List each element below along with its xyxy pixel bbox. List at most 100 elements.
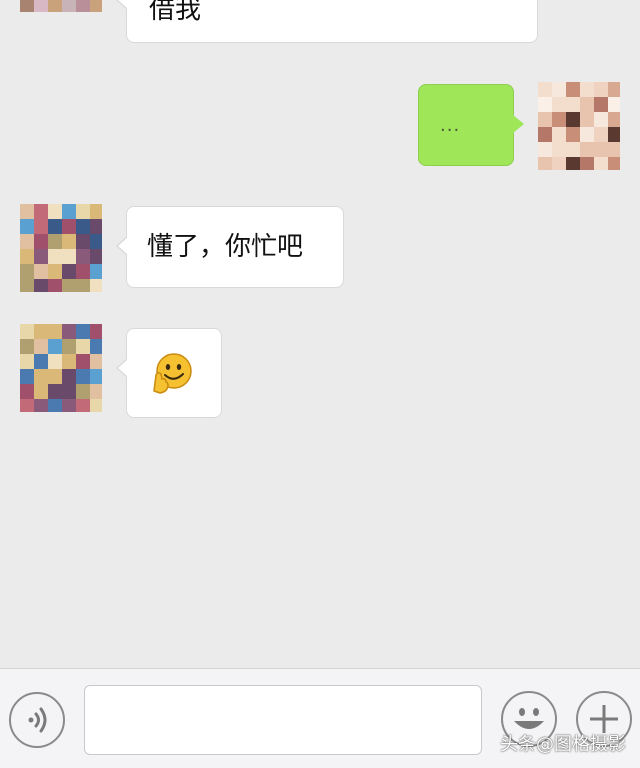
avatar-pixel [20, 339, 34, 354]
hugging-face-emoji [150, 351, 194, 395]
avatar-pixel [594, 142, 608, 157]
avatar-pixel [76, 399, 90, 412]
avatar-pixel [552, 157, 566, 170]
avatar-pixel [76, 369, 90, 384]
avatar-pixel [90, 369, 102, 384]
avatar-pixel [552, 112, 566, 127]
avatar-pixel [34, 324, 48, 339]
avatar-pixel [538, 82, 552, 97]
contact-avatar[interactable] [20, 324, 102, 412]
avatar-pixel [34, 264, 48, 279]
avatar-pixel [608, 82, 620, 97]
avatar-pixel [62, 234, 76, 249]
avatar-pixel [76, 279, 90, 292]
voice-button[interactable] [9, 692, 65, 748]
avatar-pixel [48, 264, 62, 279]
avatar-pixel [62, 279, 76, 292]
avatar-pixel [62, 324, 76, 339]
message-input-bar: 头条@图格摄影 [0, 668, 640, 768]
avatar-pixel [62, 384, 76, 399]
avatar-pixel [62, 339, 76, 354]
avatar-pixel [594, 157, 608, 170]
avatar-pixel [62, 219, 76, 234]
avatar-pixel [76, 234, 90, 249]
avatar-pixel [90, 354, 102, 369]
avatar-pixel [90, 264, 102, 279]
avatar-pixel [608, 112, 620, 127]
avatar-pixel [538, 142, 552, 157]
avatar-pixel [90, 234, 102, 249]
avatar-pixel [62, 399, 76, 412]
message-text: ... [440, 115, 461, 136]
avatar-pixel [594, 97, 608, 112]
avatar-pixel [76, 354, 90, 369]
message-bubble-received[interactable]: 懂了，你忙吧 [116, 206, 344, 288]
avatar-pixel [566, 112, 580, 127]
avatar-pixel [20, 354, 34, 369]
message-input[interactable] [84, 685, 482, 755]
avatar-pixel [538, 157, 552, 170]
avatar-pixel [594, 127, 608, 142]
avatar-pixel [552, 82, 566, 97]
avatar-pixel [34, 219, 48, 234]
avatar-pixel [48, 234, 62, 249]
avatar-pixel [48, 369, 62, 384]
avatar-pixel [20, 204, 34, 219]
avatar-pixel [34, 249, 48, 264]
avatar-pixel [538, 112, 552, 127]
avatar-pixel [34, 399, 48, 412]
avatar-pixel [48, 339, 62, 354]
avatar-pixel [62, 204, 76, 219]
avatar-pixel [20, 264, 34, 279]
watermark: 头条@图格摄影 [500, 734, 626, 755]
contact-avatar[interactable] [20, 204, 102, 292]
avatar-pixel [76, 0, 90, 12]
avatar-pixel [90, 399, 102, 412]
avatar-pixel [90, 204, 102, 219]
avatar-pixel [580, 82, 594, 97]
avatar-pixel [62, 264, 76, 279]
message-text: 借我 [149, 0, 202, 25]
contact-avatar[interactable] [20, 0, 102, 12]
avatar-pixel [90, 339, 102, 354]
avatar-pixel [20, 279, 34, 292]
avatar-pixel [62, 0, 76, 12]
avatar-pixel [566, 142, 580, 157]
avatar-pixel [608, 142, 620, 157]
avatar-pixel [48, 249, 62, 264]
avatar-pixel [90, 0, 102, 12]
avatar-pixel [48, 279, 62, 292]
avatar-pixel [20, 0, 34, 12]
avatar-pixel [608, 127, 620, 142]
avatar-pixel [76, 249, 90, 264]
chat-message-area: 借我 ... 懂了，你忙吧 [0, 0, 640, 668]
my-avatar[interactable] [538, 82, 620, 170]
avatar-pixel [20, 249, 34, 264]
avatar-pixel [594, 82, 608, 97]
avatar-pixel [538, 97, 552, 112]
avatar-pixel [566, 127, 580, 142]
avatar-pixel [48, 0, 62, 12]
avatar-pixel [48, 354, 62, 369]
avatar-pixel [580, 112, 594, 127]
avatar-pixel [48, 399, 62, 412]
message-bubble-received[interactable] [116, 328, 222, 418]
message-bubble-received[interactable]: 借我 [116, 0, 538, 43]
avatar-pixel [538, 127, 552, 142]
avatar-pixel [580, 97, 594, 112]
message-bubble-sent[interactable]: ... [418, 84, 524, 166]
avatar-pixel [76, 384, 90, 399]
avatar-pixel [34, 339, 48, 354]
avatar-pixel [76, 219, 90, 234]
avatar-pixel [552, 127, 566, 142]
avatar-pixel [34, 384, 48, 399]
avatar-pixel [76, 264, 90, 279]
avatar-pixel [34, 234, 48, 249]
avatar-pixel [90, 384, 102, 399]
avatar-pixel [90, 219, 102, 234]
avatar-pixel [48, 384, 62, 399]
avatar-pixel [76, 204, 90, 219]
avatar-pixel [20, 384, 34, 399]
voice-icon [11, 694, 63, 746]
avatar-pixel [552, 97, 566, 112]
